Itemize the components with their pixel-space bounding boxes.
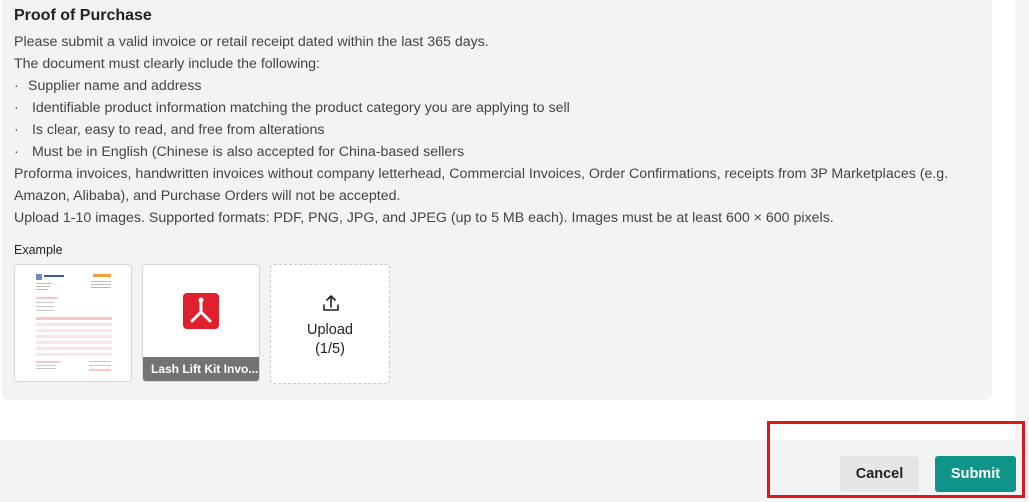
upload-rules-text: Upload 1-10 images. Supported formats: P… bbox=[14, 210, 834, 226]
file-name: Lash Lift Kit Invo... bbox=[143, 357, 259, 381]
list-item: · Must be in English (Chinese is also ac… bbox=[14, 141, 984, 163]
bullet-marker: · bbox=[14, 78, 19, 94]
upload-button[interactable]: Upload (1/5) bbox=[270, 264, 390, 384]
not-accepted-text: Proforma invoices, handwritten invoices … bbox=[14, 166, 949, 182]
bullet-text: Identifiable product information matchin… bbox=[28, 100, 570, 116]
bullet-marker: · bbox=[14, 100, 19, 116]
upload-label-group: Upload (1/5) bbox=[271, 321, 389, 359]
list-item: · Identifiable product information match… bbox=[14, 97, 984, 119]
bullet-text: Must be in English (Chinese is also acce… bbox=[28, 144, 465, 160]
upload-icon bbox=[323, 295, 339, 311]
intro-text: Please submit a valid invoice or retail … bbox=[14, 34, 489, 50]
section-title: Proof of Purchase bbox=[14, 7, 152, 24]
list-item: · Supplier name and address bbox=[14, 75, 984, 97]
list-item: · Is clear, easy to read, and free from … bbox=[14, 119, 984, 141]
not-accepted-text-cont: Amazon, Alibaba), and Purchase Orders wi… bbox=[14, 188, 401, 204]
must-include-text: The document must clearly include the fo… bbox=[14, 56, 320, 72]
scrollbar-track[interactable] bbox=[1015, 0, 1029, 440]
upload-count: (1/5) bbox=[315, 341, 345, 357]
requirements-text: Please submit a valid invoice or retail … bbox=[14, 31, 984, 229]
bullet-text: Is clear, easy to read, and free from al… bbox=[28, 122, 325, 138]
example-invoice-thumbnail[interactable] bbox=[14, 264, 132, 382]
invoice-preview-image bbox=[33, 271, 115, 377]
uploaded-file-card[interactable]: Lash Lift Kit Invo... bbox=[142, 264, 260, 382]
bullet-marker: · bbox=[14, 144, 19, 160]
bullet-marker: · bbox=[14, 122, 19, 138]
upload-label: Upload bbox=[307, 322, 353, 338]
example-label: Example bbox=[14, 243, 63, 257]
pdf-icon bbox=[183, 293, 219, 329]
annotation-highlight-box bbox=[767, 421, 1025, 498]
bullet-text: Supplier name and address bbox=[28, 78, 202, 94]
